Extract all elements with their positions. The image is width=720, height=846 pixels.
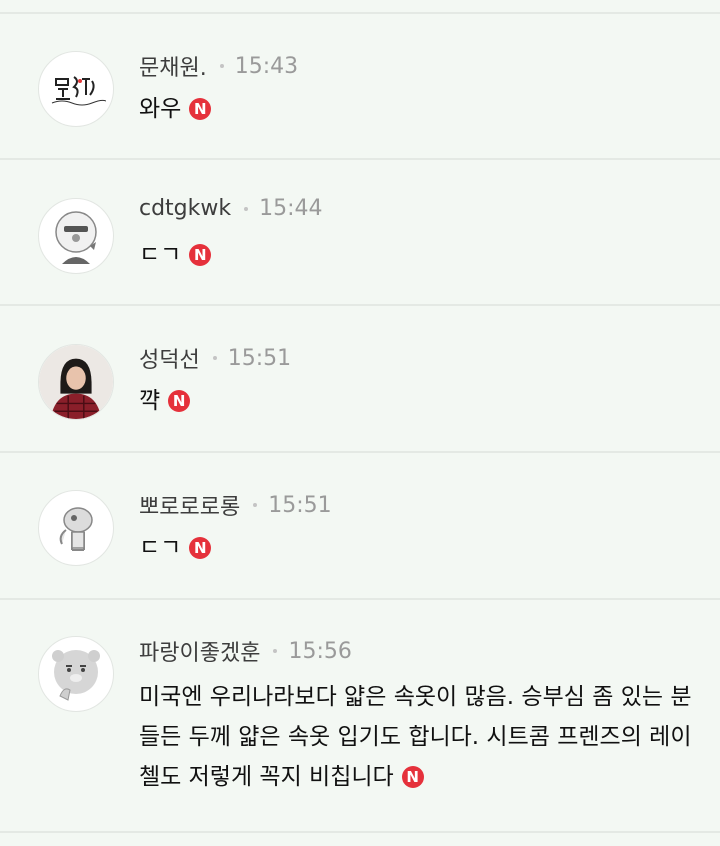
separator-dot — [244, 206, 249, 211]
author-name[interactable]: cdtgkwk — [139, 196, 231, 221]
comment-meta: 성덕선 15:51 — [139, 342, 291, 374]
new-badge: N — [189, 537, 212, 559]
photo-avatar-icon — [39, 345, 113, 419]
comment-text: ㄷㄱ — [139, 242, 182, 268]
timestamp: 15:43 — [234, 53, 299, 79]
separator-dot — [273, 649, 278, 653]
author-name[interactable]: 성덕선 — [139, 342, 200, 374]
avatar[interactable] — [38, 198, 114, 274]
signature-avatar-icon — [51, 76, 106, 106]
comment-meta: cdtgkwk 15:44 — [139, 196, 323, 221]
comment-text: ㄷㄱ — [139, 535, 182, 561]
divider — [0, 158, 720, 160]
divider — [0, 598, 720, 600]
avatar[interactable] — [38, 344, 114, 420]
comment-meta: 문채원. 15:43 — [139, 50, 298, 82]
comment-text: 꺅 — [139, 388, 161, 414]
character-avatar-icon — [59, 507, 93, 551]
separator-dot — [253, 503, 258, 507]
new-badge: N — [401, 766, 424, 788]
separator-dot — [219, 64, 224, 68]
new-badge: N — [168, 390, 191, 412]
author-name[interactable]: 문채원. — [139, 50, 207, 82]
separator-dot — [212, 356, 217, 360]
avatar[interactable] — [38, 636, 114, 712]
comment-body: ㄷㄱ N — [139, 528, 699, 568]
timestamp: 15:56 — [288, 638, 352, 664]
comment-meta: 뽀로로로롱 15:51 — [139, 489, 332, 521]
author-name[interactable]: 뽀로로로롱 — [139, 489, 240, 521]
new-badge: N — [189, 244, 212, 266]
divider — [0, 304, 720, 306]
comment-text: 와우 — [139, 96, 182, 122]
author-name[interactable]: 파랑이좋겠훈 — [139, 635, 260, 667]
avatar[interactable] — [38, 490, 114, 566]
divider — [0, 831, 720, 833]
comment-body: ㄷㄱ N — [139, 235, 699, 275]
timestamp: 15:51 — [227, 345, 292, 371]
timestamp: 15:51 — [268, 492, 332, 518]
character-avatar-icon — [55, 211, 97, 264]
divider — [0, 451, 720, 453]
comment-body: 꺅N — [139, 381, 699, 421]
lion-avatar-icon — [52, 650, 100, 701]
comment-body: 와우 N — [139, 89, 699, 129]
timestamp: 15:44 — [259, 196, 323, 221]
avatar[interactable] — [38, 51, 114, 127]
comment-meta: 파랑이좋겠훈 15:56 — [139, 635, 352, 667]
comment-body: 미국엔 우리나라보다 얇은 속옷이 많음. 승부심 좀 있는 분들든 두께 얇은… — [139, 677, 699, 797]
new-badge: N — [189, 98, 212, 120]
divider — [0, 12, 720, 14]
